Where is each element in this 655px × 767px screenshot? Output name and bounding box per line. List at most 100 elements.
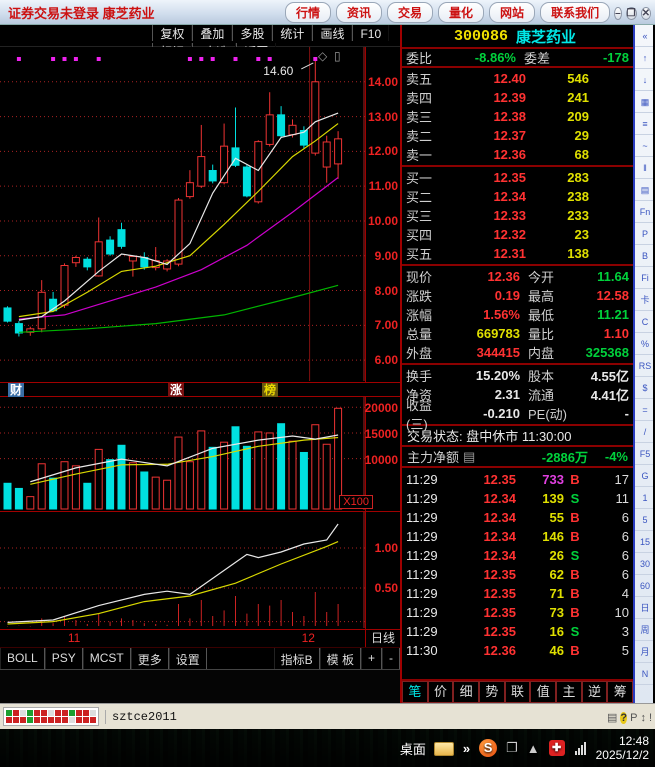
- quote-queue-row[interactable]: 卖五 12.40 546: [402, 69, 633, 88]
- side-tool-icon-60[interactable]: 60: [635, 575, 653, 597]
- side-tool-icon-▤[interactable]: ▤: [635, 179, 653, 201]
- quote-tab-逆[interactable]: 逆: [581, 681, 608, 703]
- side-tool-icon-15[interactable]: 15: [635, 531, 653, 553]
- toolbar-统计-button[interactable]: 统计: [272, 25, 313, 41]
- quote-tab-筹[interactable]: 筹: [607, 681, 634, 703]
- tick-row[interactable]: 11:29 12.34 26 S 6: [402, 546, 633, 565]
- statusbar-icon-2[interactable]: P: [630, 712, 637, 724]
- side-tool-icon-B[interactable]: B: [635, 245, 653, 267]
- indicator-PSY-button[interactable]: PSY: [44, 648, 83, 669]
- toolbar-叠加-button[interactable]: 叠加: [192, 25, 233, 41]
- kline-plot[interactable]: 14.60 ◇ ▯: [0, 47, 365, 382]
- toolbar-多股-button[interactable]: 多股: [232, 25, 273, 41]
- side-tool-icon-周[interactable]: 周: [635, 619, 653, 641]
- side-tool-icon-30[interactable]: 30: [635, 553, 653, 575]
- side-tool-icon-«[interactable]: «: [635, 25, 653, 47]
- indicator-设置-button[interactable]: 设置: [168, 648, 207, 669]
- main-capital-row[interactable]: 主力净额 ▤ -2886万 -4%: [402, 447, 633, 468]
- volume-pane[interactable]: X100 20000 15000 10000: [0, 397, 400, 512]
- tick-row[interactable]: 11:29 12.34 139 S 11: [402, 489, 633, 508]
- network-signal-icon[interactable]: [574, 741, 586, 755]
- statusbar-icon-4[interactable]: !: [649, 712, 652, 724]
- side-tool-icon-N[interactable]: N: [635, 663, 653, 685]
- quote-queue-row[interactable]: 卖四 12.39 241: [402, 88, 633, 107]
- side-tool-icon-日[interactable]: 日: [635, 597, 653, 619]
- quote-tab-价[interactable]: 价: [427, 681, 454, 703]
- menu-网站-button[interactable]: 网站: [489, 1, 536, 23]
- eject-icon[interactable]: ✚: [548, 740, 565, 756]
- side-tool-icon-卡[interactable]: 卡: [635, 289, 653, 311]
- quote-queue-row[interactable]: 买三 12.33 233: [402, 206, 633, 225]
- toolbar-复权-button[interactable]: 复权: [152, 25, 193, 41]
- side-tool-icon-≡[interactable]: ≡: [635, 113, 653, 135]
- list-icon[interactable]: ▤: [463, 449, 475, 465]
- minimize-button[interactable]: –: [614, 7, 622, 20]
- indicator-更多-button[interactable]: 更多: [130, 648, 169, 669]
- side-tool-icon-G[interactable]: G: [635, 465, 653, 487]
- close-button[interactable]: ✕: [640, 7, 651, 20]
- kline-pane[interactable]: 14.60 ◇ ▯ 14.00 13.00 12.00 11.00 10.00 9.00 8.0…: [0, 47, 400, 383]
- side-tool-icon-5[interactable]: 5: [635, 509, 653, 531]
- side-tool-icon-1[interactable]: 1: [635, 487, 653, 509]
- side-tool-icon-RS[interactable]: RS: [635, 355, 653, 377]
- clock[interactable]: 12:48 2025/12/2: [596, 734, 649, 762]
- side-tool-icon-=[interactable]: =: [635, 399, 653, 421]
- side-tool-icon-▦[interactable]: ▦: [635, 91, 653, 113]
- side-tool-icon-C[interactable]: C: [635, 311, 653, 333]
- side-tool-icon-↑[interactable]: ↑: [635, 47, 653, 69]
- side-tool-icon-F5[interactable]: F5: [635, 443, 653, 465]
- tick-row[interactable]: 11:29 12.34 55 B 6: [402, 508, 633, 527]
- menu-量化-button[interactable]: 量化: [438, 1, 485, 23]
- quote-queue-row[interactable]: 卖二 12.37 29: [402, 126, 633, 145]
- indicator-+-button[interactable]: +: [360, 648, 382, 669]
- window-restore-icon[interactable]: ❐: [506, 740, 518, 756]
- indicator-BOLL-button[interactable]: BOLL: [0, 648, 45, 669]
- toolbar-F10-button[interactable]: F10: [352, 25, 390, 41]
- side-tool-icon-月[interactable]: 月: [635, 641, 653, 663]
- side-tool-icon-↓[interactable]: ↓: [635, 69, 653, 91]
- side-tool-icon-%[interactable]: %: [635, 333, 653, 355]
- tick-row[interactable]: 11:30 12.36 46 B 5: [402, 641, 633, 660]
- chart-badge-涨[interactable]: 涨: [168, 383, 185, 397]
- statusbar-icon-3[interactable]: ↕: [640, 712, 646, 724]
- side-tool-icon-/[interactable]: /: [635, 421, 653, 443]
- statusbar-icon-0[interactable]: ▤: [607, 712, 617, 724]
- tray-up-icon[interactable]: ▲: [527, 741, 540, 756]
- indicator-MCST-button[interactable]: MCST: [82, 648, 131, 669]
- indicator---button[interactable]: -: [382, 648, 400, 669]
- indicator-plot[interactable]: [0, 512, 365, 629]
- side-tool-icon-Fn[interactable]: Fn: [635, 201, 653, 223]
- indicator-pane[interactable]: 1.00 0.50: [0, 512, 400, 630]
- quote-queue-row[interactable]: 卖三 12.38 209: [402, 107, 633, 126]
- quote-tab-笔[interactable]: 笔: [402, 681, 428, 703]
- quote-queue-row[interactable]: 买二 12.34 238: [402, 187, 633, 206]
- indicator-模 板-button[interactable]: 模 板: [319, 648, 361, 669]
- tick-row[interactable]: 11:29 12.35 733 B 17: [402, 470, 633, 489]
- menu-行情-button[interactable]: 行情: [284, 1, 331, 23]
- chart-badge-财[interactable]: 财: [8, 383, 25, 397]
- indicator-指标B-button[interactable]: 指标B: [273, 648, 320, 669]
- quote-queue-row[interactable]: 买一 12.35 283: [402, 168, 633, 187]
- diamond-icon[interactable]: ◇: [318, 49, 327, 63]
- tick-row[interactable]: 11:29 12.35 16 S 3: [402, 622, 633, 641]
- folder-icon[interactable]: [433, 742, 454, 756]
- chart-badge-榜[interactable]: 榜: [262, 383, 279, 397]
- menu-资讯-button[interactable]: 资讯: [336, 1, 383, 23]
- side-tool-icon-P[interactable]: P: [635, 223, 653, 245]
- quote-tab-联[interactable]: 联: [504, 681, 531, 703]
- menu-交易-button[interactable]: 交易: [387, 1, 434, 23]
- sogou-icon[interactable]: S: [479, 739, 498, 757]
- volume-plot[interactable]: X100: [0, 397, 373, 511]
- quote-tab-主[interactable]: 主: [556, 681, 582, 703]
- toolbar-画线-button[interactable]: 画线: [312, 25, 353, 41]
- tray-expand-icon[interactable]: »: [463, 741, 470, 756]
- statusbar-icon-1[interactable]: ?: [620, 711, 628, 724]
- market-heatmap[interactable]: [3, 707, 99, 726]
- tick-list[interactable]: 11:29 12.35 733 B 17 11:29 12.34 139 S 1…: [402, 468, 633, 681]
- restore-button[interactable]: ❐: [625, 7, 637, 20]
- side-tool-icon-Fi[interactable]: Fi: [635, 267, 653, 289]
- side-tool-icon-‖[interactable]: ‖: [635, 157, 653, 179]
- desktop-button[interactable]: 桌面: [400, 739, 426, 758]
- side-tool-icon-$[interactable]: $: [635, 377, 653, 399]
- quote-tab-势[interactable]: 势: [479, 681, 505, 703]
